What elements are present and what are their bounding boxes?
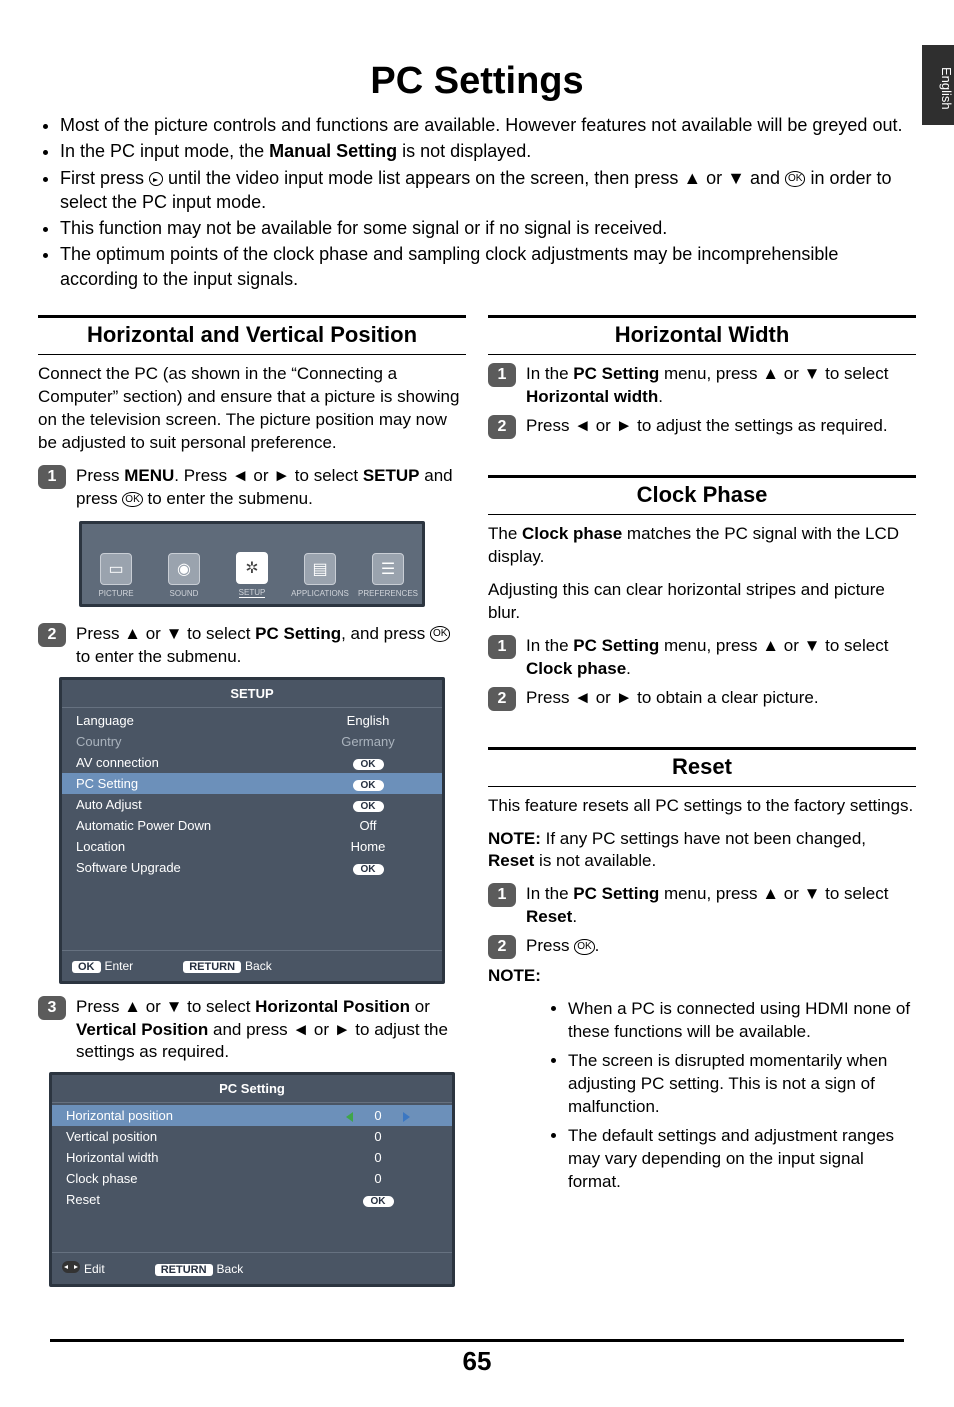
menu-applications[interactable]: ▤ APPLICATIONS	[286, 524, 354, 604]
osd-footer: OKEnter RETURNBack	[62, 953, 442, 981]
step-3: 3 Press ▲ or ▼ to select Horizontal Posi…	[38, 996, 466, 1065]
osd-row-horizontal-position[interactable]: Horizontal position 0	[52, 1105, 452, 1126]
osd-row-auto-power-down[interactable]: Automatic Power Down Off	[62, 815, 442, 836]
footer-rule	[50, 1339, 904, 1342]
ok-icon: OK	[122, 492, 142, 508]
step-number-icon: 2	[38, 623, 66, 647]
intro-list: Most of the picture controls and functio…	[40, 113, 914, 291]
osd-pc-setting-panel: PC Setting Horizontal position 0 Vertica…	[49, 1072, 455, 1287]
osd-footer: Edit RETURNBack	[52, 1255, 452, 1284]
step-2: 2 Press ◄ or ► to obtain a clear picture…	[488, 687, 916, 711]
osd-row-av-connection[interactable]: AV connection OK	[62, 752, 442, 773]
osd-title: SETUP	[62, 680, 442, 705]
menu-picture[interactable]: ▭ PICTURE	[82, 524, 150, 604]
section-title-clock-phase: Clock Phase	[488, 482, 916, 508]
return-key-icon: RETURN	[183, 961, 241, 973]
reset-note: NOTE: If any PC settings have not been c…	[488, 828, 916, 874]
note-item: The screen is disrupted momentarily when…	[568, 1050, 916, 1119]
osd-row-horizontal-width[interactable]: Horizontal width 0	[52, 1147, 452, 1168]
osd-row-location[interactable]: Location Home	[62, 836, 442, 857]
horiz-pos-intro: Connect the PC (as shown in the “Connect…	[38, 363, 466, 455]
step-number-icon: 1	[488, 635, 516, 659]
arrow-left-icon[interactable]	[346, 1112, 353, 1122]
page-title: PC Settings	[30, 60, 924, 103]
section-title-horizontal-vertical: Horizontal and Vertical Position	[38, 322, 466, 348]
notes-title: NOTE:	[488, 965, 916, 988]
section-title-reset: Reset	[488, 754, 916, 780]
osd-row-vertical-position[interactable]: Vertical position 0	[52, 1126, 452, 1147]
ok-icon: OK	[430, 626, 450, 642]
osd-row-clock-phase[interactable]: Clock phase 0	[52, 1168, 452, 1189]
section-title-horizontal-width: Horizontal Width	[488, 322, 916, 348]
picture-icon: ▭	[100, 553, 132, 585]
ok-icon: OK	[785, 171, 805, 187]
clock-phase-p2: Adjusting this can clear horizontal stri…	[488, 579, 916, 625]
page-number: 65	[30, 1346, 924, 1377]
setup-gear-icon: ✲	[236, 552, 268, 584]
clock-phase-p1: The Clock phase matches the PC signal wi…	[488, 523, 916, 569]
language-side-tab: English	[922, 45, 954, 125]
note-item: When a PC is connected using HDMI none o…	[568, 998, 916, 1044]
step-number-icon: 3	[38, 996, 66, 1020]
menu-preferences[interactable]: ☰ PREFERENCES	[354, 524, 422, 604]
left-column: Horizontal and Vertical Position Connect…	[38, 305, 466, 1299]
step-2: 2 Press ◄ or ► to adjust the settings as…	[488, 415, 916, 439]
osd-row-reset[interactable]: Reset OK	[52, 1189, 452, 1210]
left-right-key-icon	[62, 1261, 80, 1273]
step-2: 2 Press ▲ or ▼ to select PC Setting, and…	[38, 623, 466, 669]
intro-bullet: The optimum points of the clock phase an…	[60, 242, 914, 291]
step-number-icon: 2	[488, 415, 516, 439]
step-1: 1 Press MENU. Press ◄ or ► to select SET…	[38, 465, 466, 511]
step-1: 1 In the PC Setting menu, press ▲ or ▼ t…	[488, 883, 916, 929]
step-1: 1 In the PC Setting menu, press ▲ or ▼ t…	[488, 635, 916, 681]
intro-bullet: In the PC input mode, the Manual Setting…	[60, 139, 914, 163]
return-key-icon: RETURN	[155, 1264, 213, 1276]
menu-sound[interactable]: ◉ SOUND	[150, 524, 218, 604]
preferences-icon: ☰	[372, 553, 404, 585]
right-column: Horizontal Width 1 In the PC Setting men…	[488, 305, 916, 1299]
step-number-icon: 1	[38, 465, 66, 489]
step-number-icon: 2	[488, 687, 516, 711]
osd-top-menu: ▭ PICTURE ◉ SOUND ✲ SETUP ▤ APPLICATIONS…	[79, 521, 425, 607]
input-source-icon	[149, 172, 163, 186]
intro-bullet: This function may not be available for s…	[60, 216, 914, 240]
step-1: 1 In the PC Setting menu, press ▲ or ▼ t…	[488, 363, 916, 409]
applications-icon: ▤	[304, 553, 336, 585]
osd-row-country: Country Germany	[62, 731, 442, 752]
arrow-right-icon[interactable]	[403, 1112, 410, 1122]
osd-setup-panel: SETUP Language English Country Germany A…	[59, 677, 445, 984]
step-number-icon: 1	[488, 363, 516, 387]
intro-bullet: First press until the video input mode l…	[60, 166, 914, 215]
ok-icon: OK	[574, 939, 594, 955]
osd-row-software-upgrade[interactable]: Software Upgrade OK	[62, 857, 442, 878]
intro-bullet: Most of the picture controls and functio…	[60, 113, 914, 137]
ok-key-icon: OK	[72, 961, 101, 973]
osd-row-language[interactable]: Language English	[62, 710, 442, 731]
osd-row-pc-setting[interactable]: PC Setting OK	[62, 773, 442, 794]
step-number-icon: 2	[488, 935, 516, 959]
notes-list: When a PC is connected using HDMI none o…	[548, 998, 916, 1194]
sound-icon: ◉	[168, 553, 200, 585]
osd-title: PC Setting	[52, 1075, 452, 1100]
menu-setup[interactable]: ✲ SETUP	[218, 524, 286, 604]
step-number-icon: 1	[488, 883, 516, 907]
reset-intro: This feature resets all PC settings to t…	[488, 795, 916, 818]
note-item: The default settings and adjustment rang…	[568, 1125, 916, 1194]
osd-row-auto-adjust[interactable]: Auto Adjust OK	[62, 794, 442, 815]
step-2: 2 Press OK.	[488, 935, 916, 959]
